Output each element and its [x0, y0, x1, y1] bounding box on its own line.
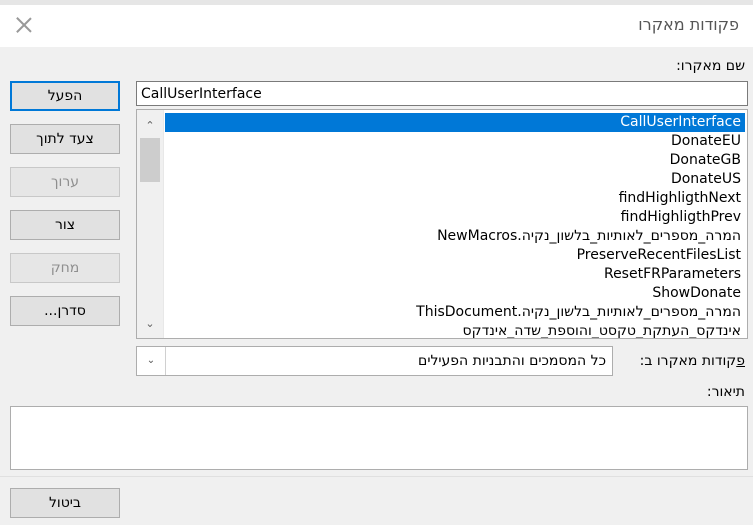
list-item[interactable]: PreserveRecentFilesList	[165, 246, 745, 265]
create-button[interactable]: צור	[10, 210, 120, 240]
step-into-button[interactable]: צעד לתוך	[10, 124, 120, 154]
title-bar: פקודות מאקרו	[0, 5, 753, 47]
description-label: תיאור:	[706, 384, 745, 400]
separator	[0, 476, 753, 477]
macro-name-input[interactable]	[136, 81, 748, 106]
list-item[interactable]: אינדקס_העתקת_טקסט_והוספת_שדה_אינדקס	[165, 322, 745, 338]
chevron-down-icon[interactable]: ⌄	[137, 314, 163, 334]
macro-name-label: שם מאקרו:	[676, 58, 745, 74]
macros-in-dropdown[interactable]: ⌄ כל המסמכים והתבניות הפעילים	[136, 346, 613, 376]
list-item[interactable]: ThisDocument.המרה_מספרים_לאותיות_בלשון_נ…	[165, 303, 745, 322]
macros-in-label: פקודות מאקרו ב:	[639, 353, 745, 369]
run-button[interactable]: הפעל	[10, 81, 120, 111]
cancel-button[interactable]: ביטול	[10, 488, 120, 518]
list-item[interactable]: CallUserInterface	[165, 113, 745, 132]
list-item[interactable]: ShowDonate	[165, 284, 745, 303]
list-item[interactable]: findHighligthNext	[165, 189, 745, 208]
list-item[interactable]: DonateUS	[165, 170, 745, 189]
close-icon[interactable]	[14, 15, 34, 35]
chevron-down-icon[interactable]: ⌄	[137, 347, 166, 375]
delete-button[interactable]: מחק	[10, 253, 120, 283]
organizer-button[interactable]: סדרן...	[10, 296, 120, 326]
description-box	[10, 406, 748, 470]
list-item[interactable]: DonateGB	[165, 151, 745, 170]
scrollbar-thumb[interactable]	[140, 138, 160, 182]
macro-list-items: CallUserInterface DonateEU DonateGB DonateU…	[165, 113, 745, 338]
list-item[interactable]: findHighligthPrev	[165, 208, 745, 227]
chevron-up-icon[interactable]: ⌃	[137, 116, 163, 136]
edit-button[interactable]: ערוך	[10, 167, 120, 197]
list-item[interactable]: NewMacros.המרה_מספרים_לאותיות_בלשון_נקיה	[165, 227, 745, 246]
window-title: פקודות מאקרו	[638, 15, 739, 34]
list-item[interactable]: DonateEU	[165, 132, 745, 151]
macro-list[interactable]: ⌃ ⌄ CallUserInterface DonateEU DonateGB Don…	[136, 109, 748, 339]
list-item[interactable]: ResetFRParameters	[165, 265, 745, 284]
macros-in-value: כל המסמכים והתבניות הפעילים	[418, 353, 606, 369]
list-scrollbar[interactable]: ⌃ ⌄	[137, 110, 164, 338]
